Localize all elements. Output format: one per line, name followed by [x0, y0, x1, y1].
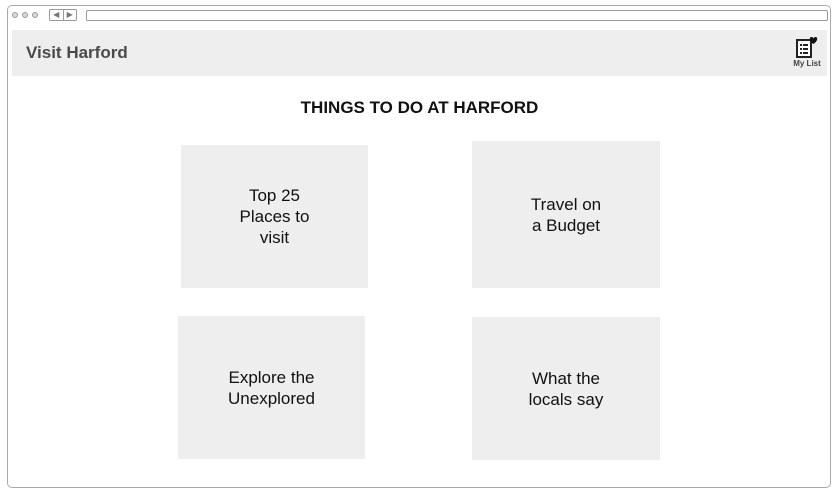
tile-label: Travel on a Budget	[530, 194, 602, 235]
forward-arrow-icon[interactable]: ▶	[64, 10, 77, 20]
tile-label: What the locals say	[528, 368, 604, 409]
window-minimize-button[interactable]	[22, 12, 28, 18]
my-list-label: My List	[793, 59, 821, 68]
page-title: THINGS TO DO AT HARFORD	[300, 98, 539, 117]
window-close-button[interactable]	[12, 12, 18, 18]
browser-window: ◀ ▶ Visit Harford My List	[7, 5, 831, 488]
browser-toolbar: ◀ ▶	[8, 6, 830, 26]
tile-travel-on-budget[interactable]: Travel on a Budget	[472, 141, 660, 288]
tile-label: Explore the Unexplored	[228, 367, 315, 408]
window-maximize-button[interactable]	[32, 12, 38, 18]
address-bar[interactable]	[86, 10, 828, 21]
tile-top-25-places[interactable]: Top 25 Places to visit	[181, 145, 368, 288]
tile-label: Top 25 Places to visit	[239, 186, 310, 247]
site-title[interactable]: Visit Harford	[26, 43, 128, 63]
my-list-button[interactable]: My List	[787, 36, 827, 74]
list-heart-icon	[796, 37, 818, 58]
tile-explore-unexplored[interactable]: Explore the Unexplored	[178, 316, 365, 459]
back-arrow-icon[interactable]: ◀	[50, 10, 64, 20]
history-nav: ◀ ▶	[49, 9, 77, 21]
site-header: Visit Harford My List	[12, 30, 827, 76]
tile-what-locals-say[interactable]: What the locals say	[472, 317, 660, 460]
